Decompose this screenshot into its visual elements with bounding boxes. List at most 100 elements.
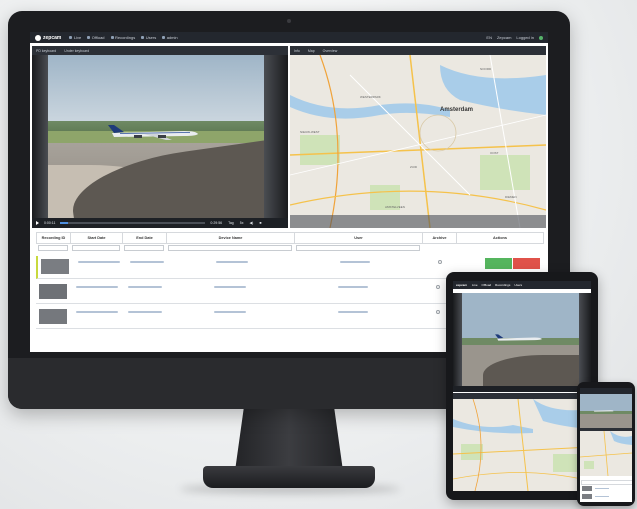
end-date-cell xyxy=(128,286,162,288)
device-name-cell xyxy=(216,261,248,263)
video-player[interactable] xyxy=(32,55,288,218)
col-recording-id[interactable]: Recording ID xyxy=(37,233,71,243)
tablet-map-graphic xyxy=(453,399,591,491)
nav-users-label: Users xyxy=(145,35,157,40)
archive-radio[interactable] xyxy=(436,310,440,314)
col-end-date[interactable]: End Date xyxy=(123,233,167,243)
filter-start-date[interactable] xyxy=(72,245,120,251)
video-panel: PD keyboard Under keyboard 0:00:11 0:29:… xyxy=(32,46,288,228)
recording-thumbnail[interactable] xyxy=(41,259,69,274)
start-date-cell xyxy=(76,286,118,288)
recording-thumbnail[interactable] xyxy=(39,284,67,299)
filter-device-name[interactable] xyxy=(168,245,292,251)
tag-button[interactable]: Tag xyxy=(228,221,234,225)
map-panel: Info Map Overview Amsterdam WESTERPARK N… xyxy=(290,46,546,228)
tablet-device: zepcam Live Offload Recordings Users xyxy=(446,272,598,500)
end-date-cell xyxy=(130,261,164,263)
map-label-district: DIEMEN xyxy=(505,195,517,199)
filter-user[interactable] xyxy=(296,245,420,251)
end-time: 0:29:56 xyxy=(210,221,223,225)
delete-button[interactable] xyxy=(513,258,540,269)
phone-map[interactable] xyxy=(580,431,632,476)
current-time: 0:00:11 xyxy=(44,221,56,225)
nav-admin[interactable]: admin xyxy=(162,35,178,40)
video-seekbar[interactable] xyxy=(60,222,206,224)
nav-live-label: Live xyxy=(73,35,82,40)
recordings-icon xyxy=(110,36,114,39)
map-graphic xyxy=(290,55,546,228)
upload-icon xyxy=(87,36,91,39)
seekbar-progress xyxy=(60,222,68,224)
tablet-window-frame xyxy=(579,293,591,386)
tablet-nav-users[interactable]: Users xyxy=(514,283,522,287)
play-icon[interactable] xyxy=(36,221,39,225)
tab-under-keyboard[interactable]: Under keyboard xyxy=(64,49,89,53)
map-tabs: Info Map Overview xyxy=(290,46,546,55)
recording-thumbnail[interactable] xyxy=(582,494,592,499)
filter-recording-id[interactable] xyxy=(38,245,68,251)
airplane-image xyxy=(495,334,542,341)
language-selector[interactable]: EN xyxy=(486,35,492,40)
nav-admin-label: admin xyxy=(166,35,178,40)
user-menu[interactable]: EN Zepcam Logged in xyxy=(481,35,543,40)
user-name: Zepcam xyxy=(496,35,512,40)
tab-overview[interactable]: Overview xyxy=(323,49,338,53)
user-cell xyxy=(338,286,368,288)
video-controls: 0:00:11 0:29:56 Tag 5x ◀) ■ xyxy=(32,218,288,228)
monitor-stand-base xyxy=(203,466,375,488)
fullscreen-icon[interactable]: ■ xyxy=(259,221,261,225)
map-label-district: NOORD xyxy=(480,67,492,71)
product-showcase: zepcam Live Offload Recordings Users adm… xyxy=(0,0,637,509)
tablet-video-controls[interactable] xyxy=(453,386,591,392)
device-name-cell xyxy=(214,286,246,288)
phone-map-graphic xyxy=(580,431,632,476)
phone-table xyxy=(580,478,632,502)
nav-recordings-label: Recordings xyxy=(115,35,136,40)
tablet-nav-recordings[interactable]: Recordings xyxy=(495,283,510,287)
tablet-map[interactable] xyxy=(453,399,591,491)
tab-pd-keyboard[interactable]: PD keyboard xyxy=(36,49,56,53)
filter-end-date[interactable] xyxy=(124,245,164,251)
logo-icon xyxy=(35,34,41,41)
nav-recordings[interactable]: Recordings xyxy=(110,35,136,40)
nav-users[interactable]: Users xyxy=(141,35,156,40)
start-date-cell xyxy=(76,311,118,313)
phone-table-header xyxy=(581,480,632,485)
approve-button[interactable] xyxy=(485,258,512,269)
speed-button[interactable]: 5x xyxy=(240,221,244,225)
nav-live[interactable]: Live xyxy=(69,35,81,40)
tablet-window-frame xyxy=(453,293,462,386)
archive-radio[interactable] xyxy=(436,285,440,289)
device-name-cell xyxy=(214,311,246,313)
gear-icon xyxy=(162,36,166,39)
volume-icon[interactable]: ◀) xyxy=(249,221,253,225)
map-label-district: WESTERPARK xyxy=(360,95,381,99)
col-archive[interactable]: Archive xyxy=(423,233,457,243)
tablet-brand: zepcam xyxy=(456,283,468,287)
archive-radio[interactable] xyxy=(438,260,442,264)
tablet-video[interactable] xyxy=(453,293,591,386)
window-frame-right xyxy=(264,55,288,218)
city-map[interactable]: Amsterdam WESTERPARK NOORD OOST NIEUW-WE… xyxy=(290,55,546,228)
tablet-nav-offload[interactable]: Offload xyxy=(482,283,492,287)
monitor-stand xyxy=(235,409,343,471)
map-label-city: Amsterdam xyxy=(440,107,474,113)
airplane-image xyxy=(108,125,198,140)
recording-thumbnail[interactable] xyxy=(582,486,592,491)
col-device-name[interactable]: Device Name xyxy=(167,233,295,243)
map-label-district: NIEUW-WEST xyxy=(300,130,320,134)
phone-video[interactable] xyxy=(580,394,632,428)
tablet-nav-live[interactable]: Live xyxy=(472,283,478,287)
start-date-cell xyxy=(78,261,120,263)
user-cell xyxy=(338,311,368,313)
users-icon xyxy=(141,36,145,39)
tab-map[interactable]: Map xyxy=(308,49,315,53)
col-start-date[interactable]: Start Date xyxy=(71,233,123,243)
col-user[interactable]: User xyxy=(295,233,423,243)
recording-thumbnail[interactable] xyxy=(39,309,67,324)
nav-offload[interactable]: Offload xyxy=(87,35,105,40)
end-date-cell xyxy=(128,311,162,313)
brand-logo[interactable]: zepcam xyxy=(35,34,61,41)
tab-info[interactable]: Info xyxy=(294,49,300,53)
phone-row-bar xyxy=(595,488,609,489)
